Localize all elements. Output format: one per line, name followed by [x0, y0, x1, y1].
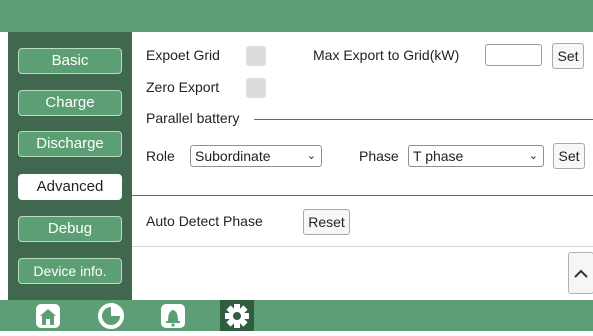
- settings-panel: Expoet Grid Max Export to Grid(kW) Set Z…: [132, 32, 593, 300]
- export-grid-label: Expoet Grid: [146, 47, 220, 63]
- export-grid-checkbox[interactable]: [246, 46, 266, 66]
- sidebar-item-debug[interactable]: Debug: [18, 216, 122, 242]
- sidebar-item-advanced[interactable]: Advanced: [18, 174, 122, 200]
- parallel-battery-label: Parallel battery: [146, 110, 240, 126]
- zero-export-checkbox[interactable]: [246, 78, 266, 98]
- parallel-battery-divider: [254, 119, 593, 120]
- sidebar-item-charge[interactable]: Charge: [18, 90, 122, 116]
- reset-button[interactable]: Reset: [303, 209, 350, 235]
- sidebar-item-discharge[interactable]: Discharge: [18, 131, 122, 157]
- phase-select[interactable]: T phase ⌄: [408, 145, 544, 167]
- sidebar-item-basic[interactable]: Basic: [18, 48, 122, 74]
- auto-detect-phase-label: Auto Detect Phase: [146, 213, 263, 229]
- collapse-button[interactable]: [568, 252, 593, 294]
- home-icon[interactable]: [33, 301, 63, 331]
- pie-chart-icon[interactable]: [96, 301, 126, 331]
- chevron-down-icon: ⌄: [306, 150, 316, 162]
- section-divider: [132, 195, 593, 196]
- chevron-down-icon: ⌄: [528, 150, 538, 162]
- zero-export-label: Zero Export: [146, 79, 220, 95]
- bottom-divider: [132, 246, 593, 247]
- sidebar-item-device-info[interactable]: Device info.: [18, 258, 122, 284]
- bottom-nav: [0, 300, 593, 331]
- role-label: Role: [146, 148, 175, 164]
- max-export-input[interactable]: [485, 44, 542, 66]
- phase-select-value: T phase: [413, 148, 464, 164]
- max-export-label: Max Export to Grid(kW): [313, 47, 460, 63]
- role-select[interactable]: Subordinate ⌄: [190, 145, 322, 167]
- sidebar: Basic Charge Discharge Advanced Debug De…: [8, 32, 132, 300]
- phase-set-button[interactable]: Set: [553, 143, 585, 169]
- max-export-set-button[interactable]: Set: [552, 43, 584, 69]
- phase-label: Phase: [359, 148, 399, 164]
- chevron-up-icon: [574, 269, 588, 278]
- top-bar: [0, 0, 593, 32]
- gear-icon[interactable]: [220, 300, 254, 331]
- role-select-value: Subordinate: [195, 148, 271, 164]
- bell-icon[interactable]: [158, 301, 188, 331]
